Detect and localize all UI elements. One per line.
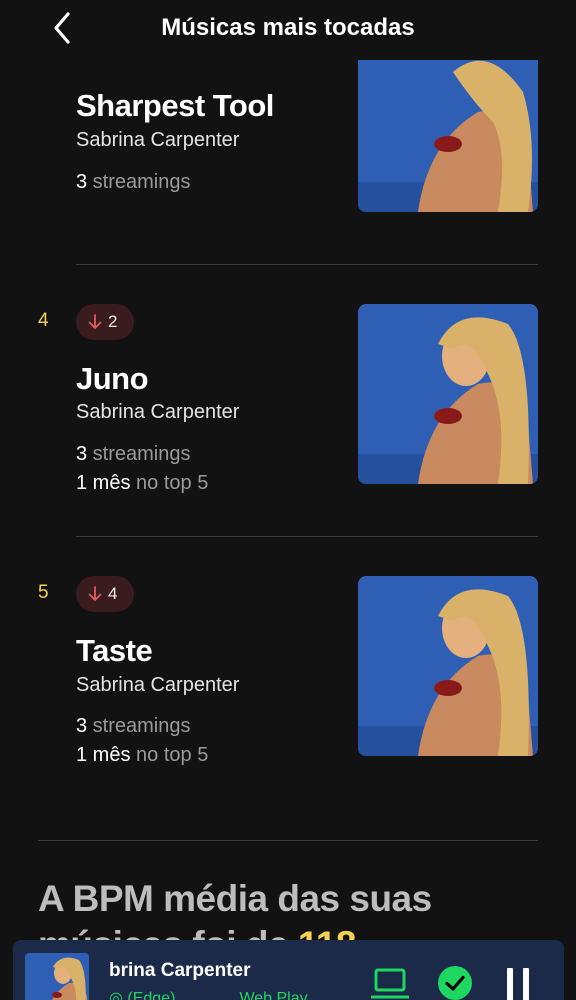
album-cover bbox=[358, 576, 538, 756]
page-title: Músicas mais tocadas bbox=[161, 14, 415, 41]
divider bbox=[38, 840, 538, 841]
divider bbox=[76, 264, 538, 265]
now-playing-cover bbox=[25, 953, 89, 1000]
track-artist: Sabrina Carpenter bbox=[76, 401, 240, 423]
pause-icon[interactable] bbox=[503, 968, 533, 1000]
rank-change-badge: 4 bbox=[76, 576, 134, 612]
now-playing-title: brina Carpenter bbox=[109, 960, 251, 981]
divider bbox=[76, 536, 538, 537]
track-rank: 5 bbox=[38, 582, 49, 603]
now-playing-bar[interactable]: brina Carpenter ◎ (Edge) Web Play bbox=[13, 940, 564, 1000]
rank-change-badge: 2 bbox=[76, 304, 134, 340]
track-rank: 4 bbox=[38, 310, 49, 331]
track-streams: 3 streamings bbox=[76, 171, 191, 193]
track-months-top: 1 mês no top 5 bbox=[76, 472, 209, 494]
header: Músicas mais tocadas bbox=[0, 0, 576, 60]
check-circle-icon[interactable] bbox=[437, 965, 473, 1000]
track-title: Taste bbox=[76, 633, 153, 668]
top-songs-screen: Músicas mais tocadas Sharpest Tool Sabri… bbox=[0, 0, 576, 1000]
track-streams: 3 streamings bbox=[76, 443, 191, 465]
track-artist: Sabrina Carpenter bbox=[76, 674, 240, 696]
speaker-icon: ◎ bbox=[109, 990, 128, 1000]
album-cover bbox=[358, 304, 538, 484]
track-months-top: 1 mês no top 5 bbox=[76, 744, 209, 766]
rank-change-value: 4 bbox=[108, 584, 118, 603]
track-streams: 3 streamings bbox=[76, 715, 191, 737]
track-title: Sharpest Tool bbox=[76, 88, 274, 123]
cast-device-icon[interactable] bbox=[371, 968, 409, 1000]
track-title: Juno bbox=[76, 361, 149, 396]
track-artist: Sabrina Carpenter bbox=[76, 129, 240, 151]
bpm-heading-line1: A BPM média das suas bbox=[38, 878, 432, 919]
arrow-down-icon bbox=[88, 314, 102, 329]
arrow-down-icon bbox=[88, 586, 102, 601]
rank-change-value: 2 bbox=[108, 312, 118, 331]
now-playing-device: ◎ (Edge) Web Play bbox=[109, 988, 308, 1000]
